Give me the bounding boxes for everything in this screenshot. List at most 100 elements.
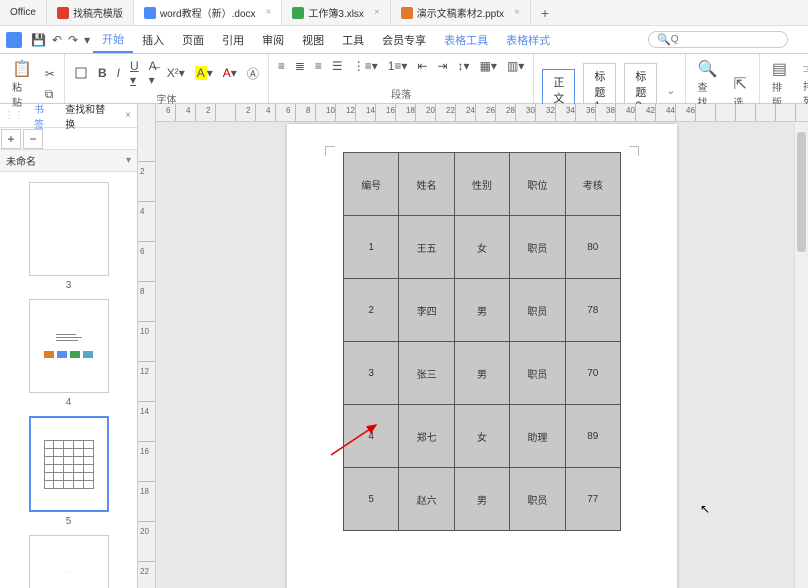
search-box[interactable]: 🔍 [648, 31, 788, 48]
table-cell[interactable]: 2 [344, 279, 399, 342]
find-replace-tab[interactable]: 查找和替换 [59, 101, 119, 131]
close-icon[interactable]: × [514, 7, 520, 18]
search-input[interactable] [671, 34, 771, 45]
menu-start[interactable]: 开始 [93, 26, 133, 53]
menu-ref[interactable]: 引用 [213, 26, 253, 53]
menu-view[interactable]: 视图 [293, 26, 333, 53]
table-header-cell[interactable]: 职位 [510, 153, 565, 216]
menu-member[interactable]: 会员专享 [373, 26, 435, 53]
table-cell[interactable]: 职员 [510, 468, 565, 531]
table-cell[interactable]: 78 [565, 279, 620, 342]
shading-icon[interactable]: ▦▾ [477, 57, 500, 75]
table-cell[interactable]: 职员 [510, 216, 565, 279]
indent-inc-icon[interactable]: ⇥ [434, 57, 450, 75]
table-row[interactable]: 4郑七女助理89 [344, 405, 621, 468]
table-header-cell[interactable]: 姓名 [399, 153, 454, 216]
drag-handle-icon[interactable]: ⋮⋮ [0, 110, 28, 121]
bookmark-dropdown[interactable]: 未命名 ▾ [0, 150, 137, 172]
highlight-button[interactable]: A▾ [192, 64, 216, 82]
table-cell[interactable]: 郑七 [399, 405, 454, 468]
vertical-scrollbar[interactable] [794, 122, 808, 588]
bold-button[interactable]: B [95, 64, 110, 82]
document-page[interactable]: 编号姓名性别职位考核1王五女职员802李四男职员783张三男职员704郑七女助理… [287, 124, 677, 588]
table-cell[interactable]: 3 [344, 342, 399, 405]
table-cell[interactable]: 李四 [399, 279, 454, 342]
numbering-icon[interactable]: 1≡▾ [385, 57, 411, 75]
tab-templates[interactable]: 找稿壳模版 [47, 0, 134, 25]
thumbnail-page[interactable]: ... [29, 535, 109, 588]
table-header-cell[interactable]: 编号 [344, 153, 399, 216]
thumbnail-page-current[interactable] [29, 416, 109, 512]
thumbnail-page[interactable] [29, 182, 109, 276]
table-cell[interactable]: 张三 [399, 342, 454, 405]
table-cell[interactable]: 70 [565, 342, 620, 405]
borders-icon[interactable]: ▥▾ [504, 57, 527, 75]
align-right-icon[interactable]: ≡ [312, 57, 325, 75]
indent-dec-icon[interactable]: ⇤ [414, 57, 430, 75]
cut-icon[interactable]: ✂ [42, 65, 58, 83]
table-cell[interactable]: 职员 [510, 342, 565, 405]
table-cell[interactable]: 助理 [510, 405, 565, 468]
table-cell[interactable]: 80 [565, 216, 620, 279]
tab-xlsx[interactable]: 工作簿3.xlsx× [282, 0, 390, 25]
table-header-cell[interactable]: 性别 [454, 153, 509, 216]
align-objects-button[interactable]: ⫘排列 [797, 58, 808, 110]
office-tab[interactable]: Office [0, 0, 47, 25]
scrollbar-thumb[interactable] [797, 132, 806, 252]
strike-button[interactable]: A̶ ▾ [146, 57, 160, 89]
format-painter-icon[interactable] [71, 64, 91, 82]
menu-insert[interactable]: 插入 [133, 26, 173, 53]
table-row[interactable]: 3张三男职员70 [344, 342, 621, 405]
table-cell[interactable]: 1 [344, 216, 399, 279]
menu-tools[interactable]: 工具 [333, 26, 373, 53]
table-cell[interactable]: 女 [454, 216, 509, 279]
superscript-button[interactable]: X²▾ [164, 64, 188, 82]
table-cell[interactable]: 男 [454, 342, 509, 405]
table-header-cell[interactable]: 考核 [565, 153, 620, 216]
table-cell[interactable]: 职员 [510, 279, 565, 342]
font-color-button[interactable]: A▾ [220, 64, 240, 82]
italic-button[interactable]: I [114, 64, 123, 82]
align-center-icon[interactable]: ≣ [292, 57, 308, 75]
arrange-button[interactable]: ▤排版 [766, 57, 793, 111]
table-cell[interactable]: 王五 [399, 216, 454, 279]
table-row[interactable]: 5赵六男职员77 [344, 468, 621, 531]
undo-icon[interactable]: ↶ [49, 31, 65, 49]
table-cell[interactable]: 77 [565, 468, 620, 531]
styles-more-icon[interactable]: ⌄ [663, 84, 678, 97]
close-icon[interactable]: × [266, 7, 272, 18]
tab-pptx[interactable]: 演示文稿素材2.pptx× [391, 0, 531, 25]
table-cell[interactable]: 5 [344, 468, 399, 531]
menu-table-style[interactable]: 表格样式 [497, 26, 559, 53]
document-canvas[interactable]: 编号姓名性别职位考核1王五女职员802李四男职员783张三男职员704郑七女助理… [156, 122, 808, 588]
remove-bookmark-button[interactable]: − [23, 129, 43, 149]
close-icon[interactable]: × [374, 7, 380, 18]
save-icon[interactable]: 💾 [28, 31, 49, 49]
table-row[interactable]: 1王五女职员80 [344, 216, 621, 279]
line-spacing-icon[interactable]: ↕▾ [455, 57, 473, 75]
clear-format-icon[interactable]: Ⓐ [244, 63, 262, 84]
table-cell[interactable]: 男 [454, 468, 509, 531]
redo-icon[interactable]: ↷ [65, 31, 81, 49]
menu-review[interactable]: 审阅 [253, 26, 293, 53]
table-row[interactable]: 2李四男职员78 [344, 279, 621, 342]
table-cell[interactable]: 89 [565, 405, 620, 468]
table-cell[interactable]: 赵六 [399, 468, 454, 531]
bullets-icon[interactable]: ⋮≡▾ [350, 57, 381, 75]
bookmarks-tab[interactable]: 书签 [28, 101, 59, 131]
close-pane-icon[interactable]: × [119, 110, 137, 121]
align-left-icon[interactable]: ≡ [275, 57, 288, 75]
menu-page[interactable]: 页面 [173, 26, 213, 53]
table-cell[interactable]: 男 [454, 279, 509, 342]
menu-table-tools[interactable]: 表格工具 [435, 26, 497, 53]
table-cell[interactable]: 4 [344, 405, 399, 468]
thumbnail-page[interactable] [29, 299, 109, 393]
add-bookmark-button[interactable]: + [1, 129, 21, 149]
add-tab-button[interactable]: + [531, 5, 559, 21]
table-cell[interactable]: 女 [454, 405, 509, 468]
data-table[interactable]: 编号姓名性别职位考核1王五女职员802李四男职员783张三男职员704郑七女助理… [343, 152, 621, 531]
more-qat-icon[interactable]: ▾ [81, 31, 93, 49]
tab-word-doc[interactable]: word教程（新）.docx× [134, 0, 282, 25]
justify-icon[interactable]: ☰ [329, 57, 346, 75]
underline-button[interactable]: U ▾ [127, 57, 142, 89]
